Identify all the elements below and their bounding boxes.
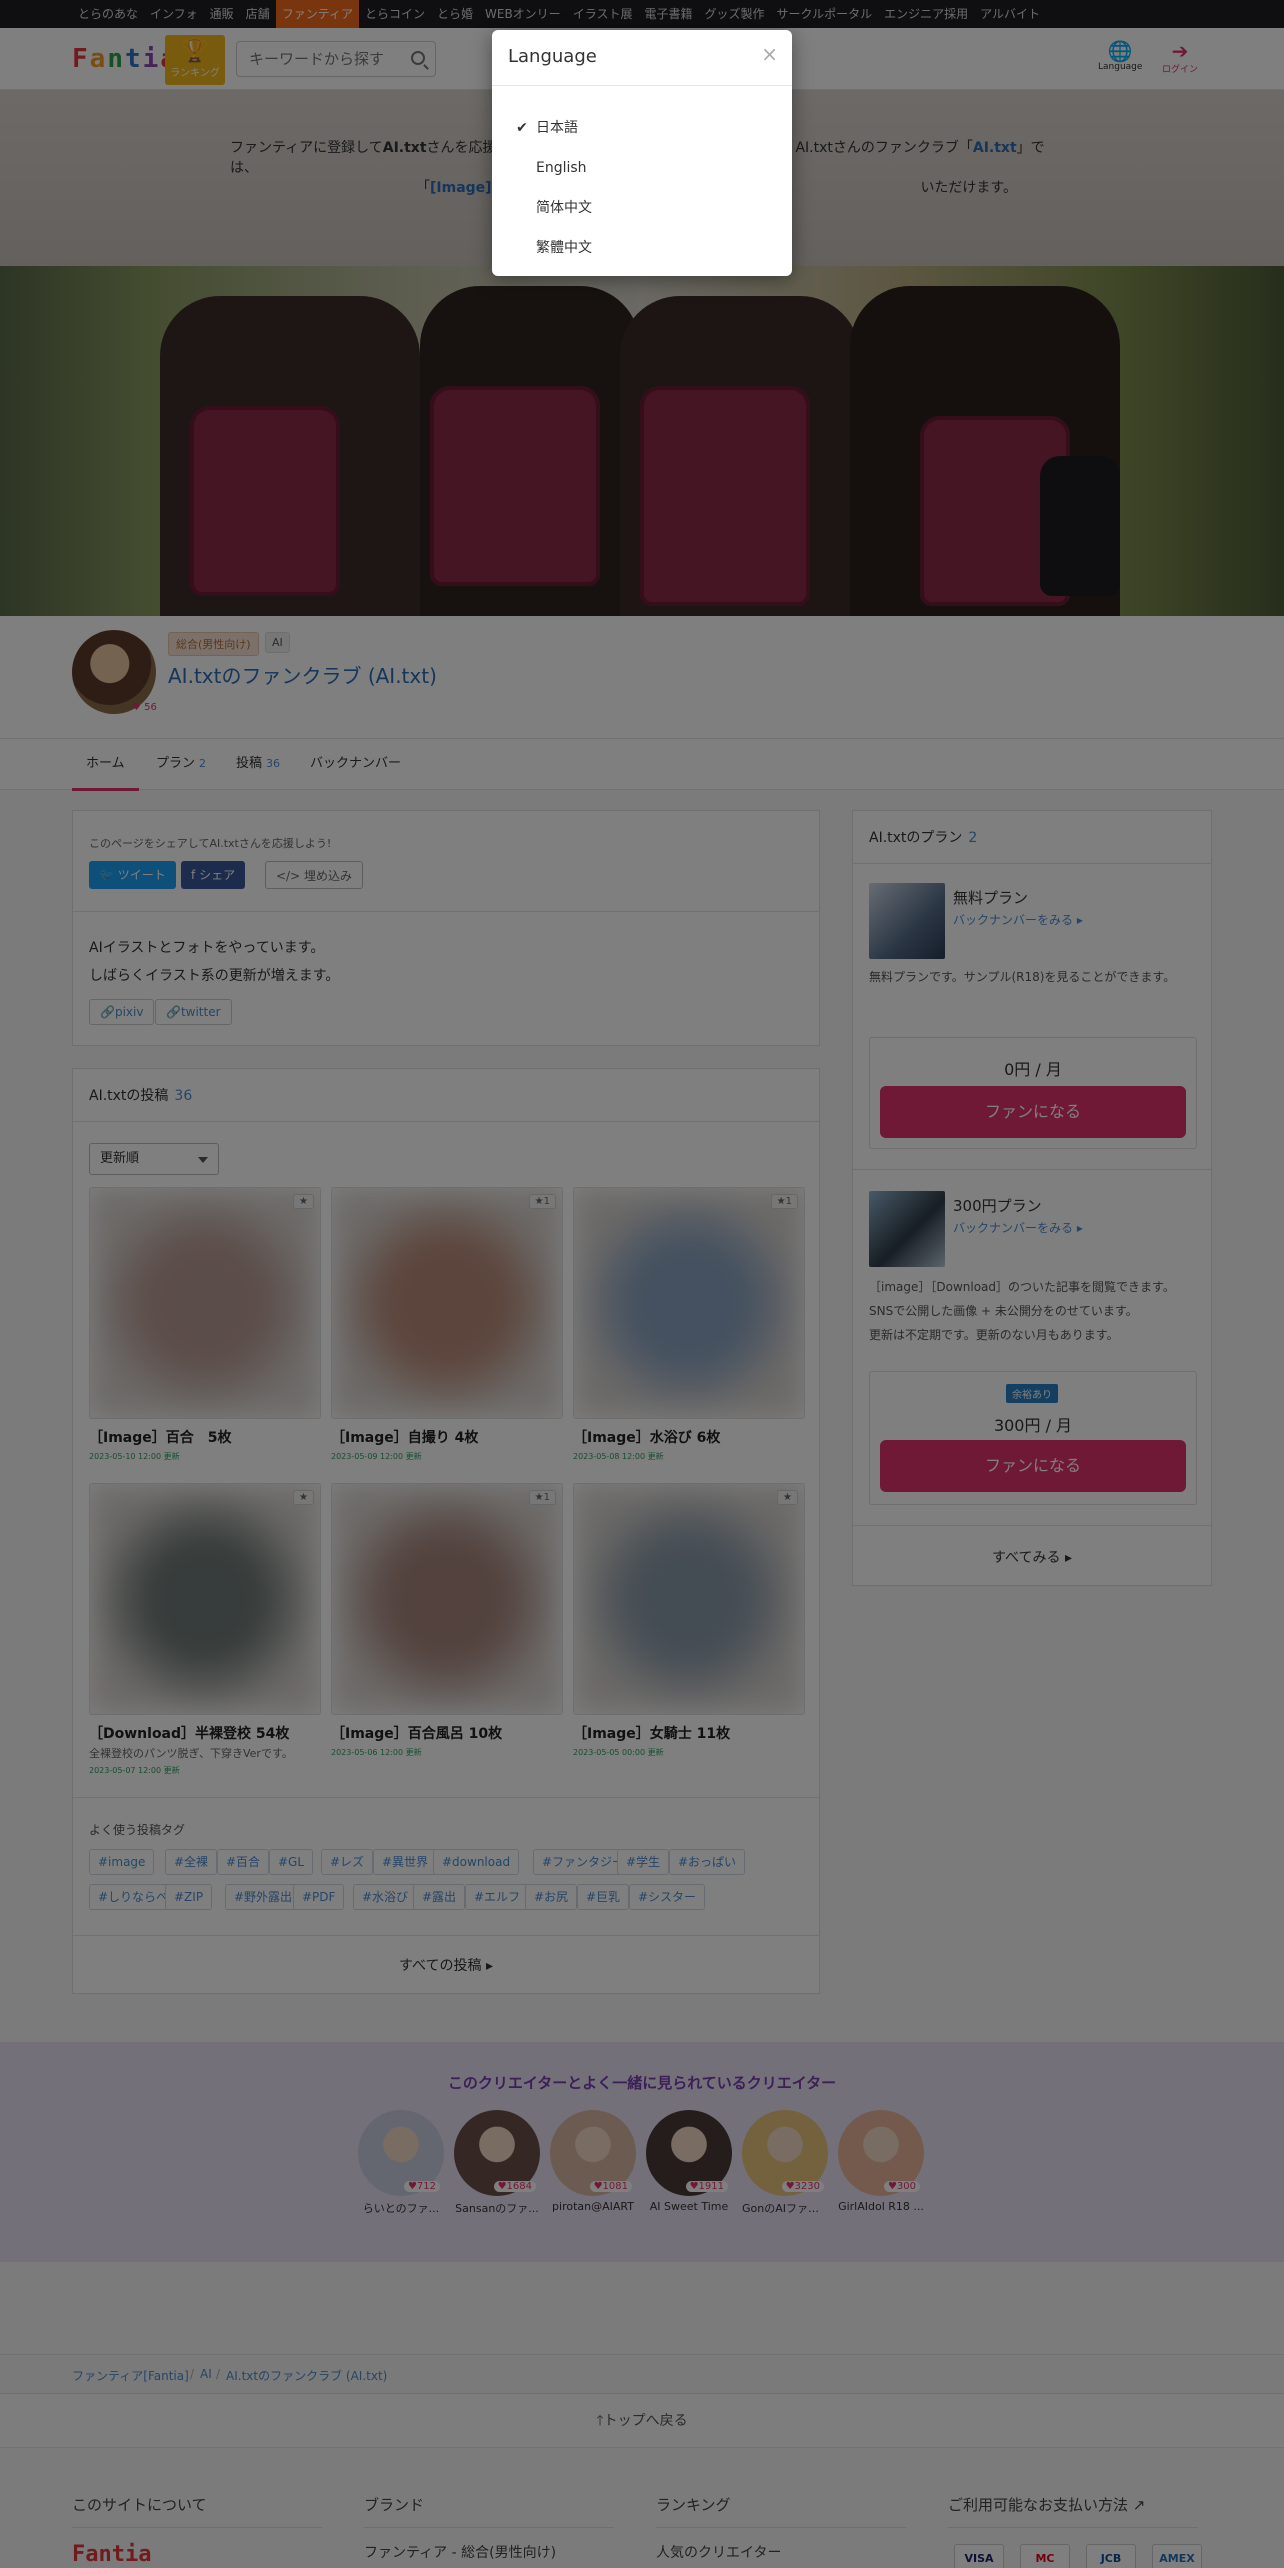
language-option[interactable]: ✔ 日本語 [508,108,776,148]
language-option[interactable]: English [508,148,776,188]
language-option[interactable]: 繁體中文 [508,228,776,268]
close-icon[interactable]: × [761,42,778,66]
checkmark-icon: ✔ [516,120,528,136]
modal-title: Language [508,46,597,67]
language-modal: Language × ✔ 日本語 English 简体中文 繁體中文 [492,30,792,276]
language-option[interactable]: 简体中文 [508,188,776,228]
modal-backdrop[interactable] [0,0,1284,2568]
